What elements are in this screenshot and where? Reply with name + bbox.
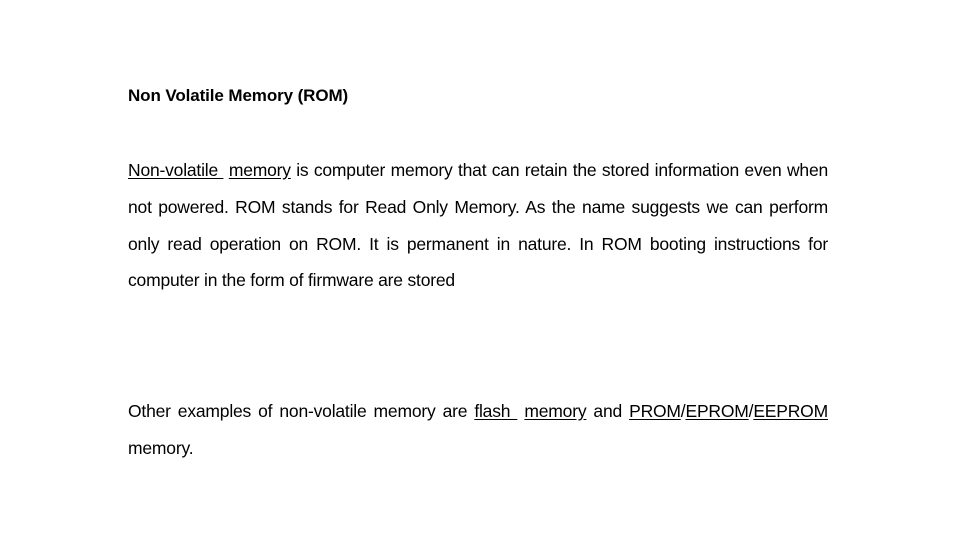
examples-text: Other examples of non-volatile memory ar… <box>128 401 475 421</box>
link-flash[interactable]: flash <box>474 401 517 421</box>
link-non-volatile[interactable]: Non-volatile <box>128 160 223 180</box>
link-memory[interactable]: memory <box>229 160 291 180</box>
paragraph-definition: Non-volatile memory is computer memory t… <box>128 152 828 299</box>
link-eeprom[interactable]: EEPROM <box>753 401 828 421</box>
link-eprom[interactable]: EPROM <box>685 401 748 421</box>
memory-suffix-text: memory. <box>128 437 194 458</box>
link-prom[interactable]: PROM <box>629 401 681 421</box>
link-flash-memory[interactable]: memory <box>524 401 586 421</box>
slide: Non Volatile Memory (ROM) Non-volatile m… <box>0 0 960 540</box>
paragraph-examples: Other examples of non-volatile memory ar… <box>128 393 828 467</box>
and-text: and <box>586 401 630 421</box>
slide-title: Non Volatile Memory (ROM) <box>128 86 349 105</box>
